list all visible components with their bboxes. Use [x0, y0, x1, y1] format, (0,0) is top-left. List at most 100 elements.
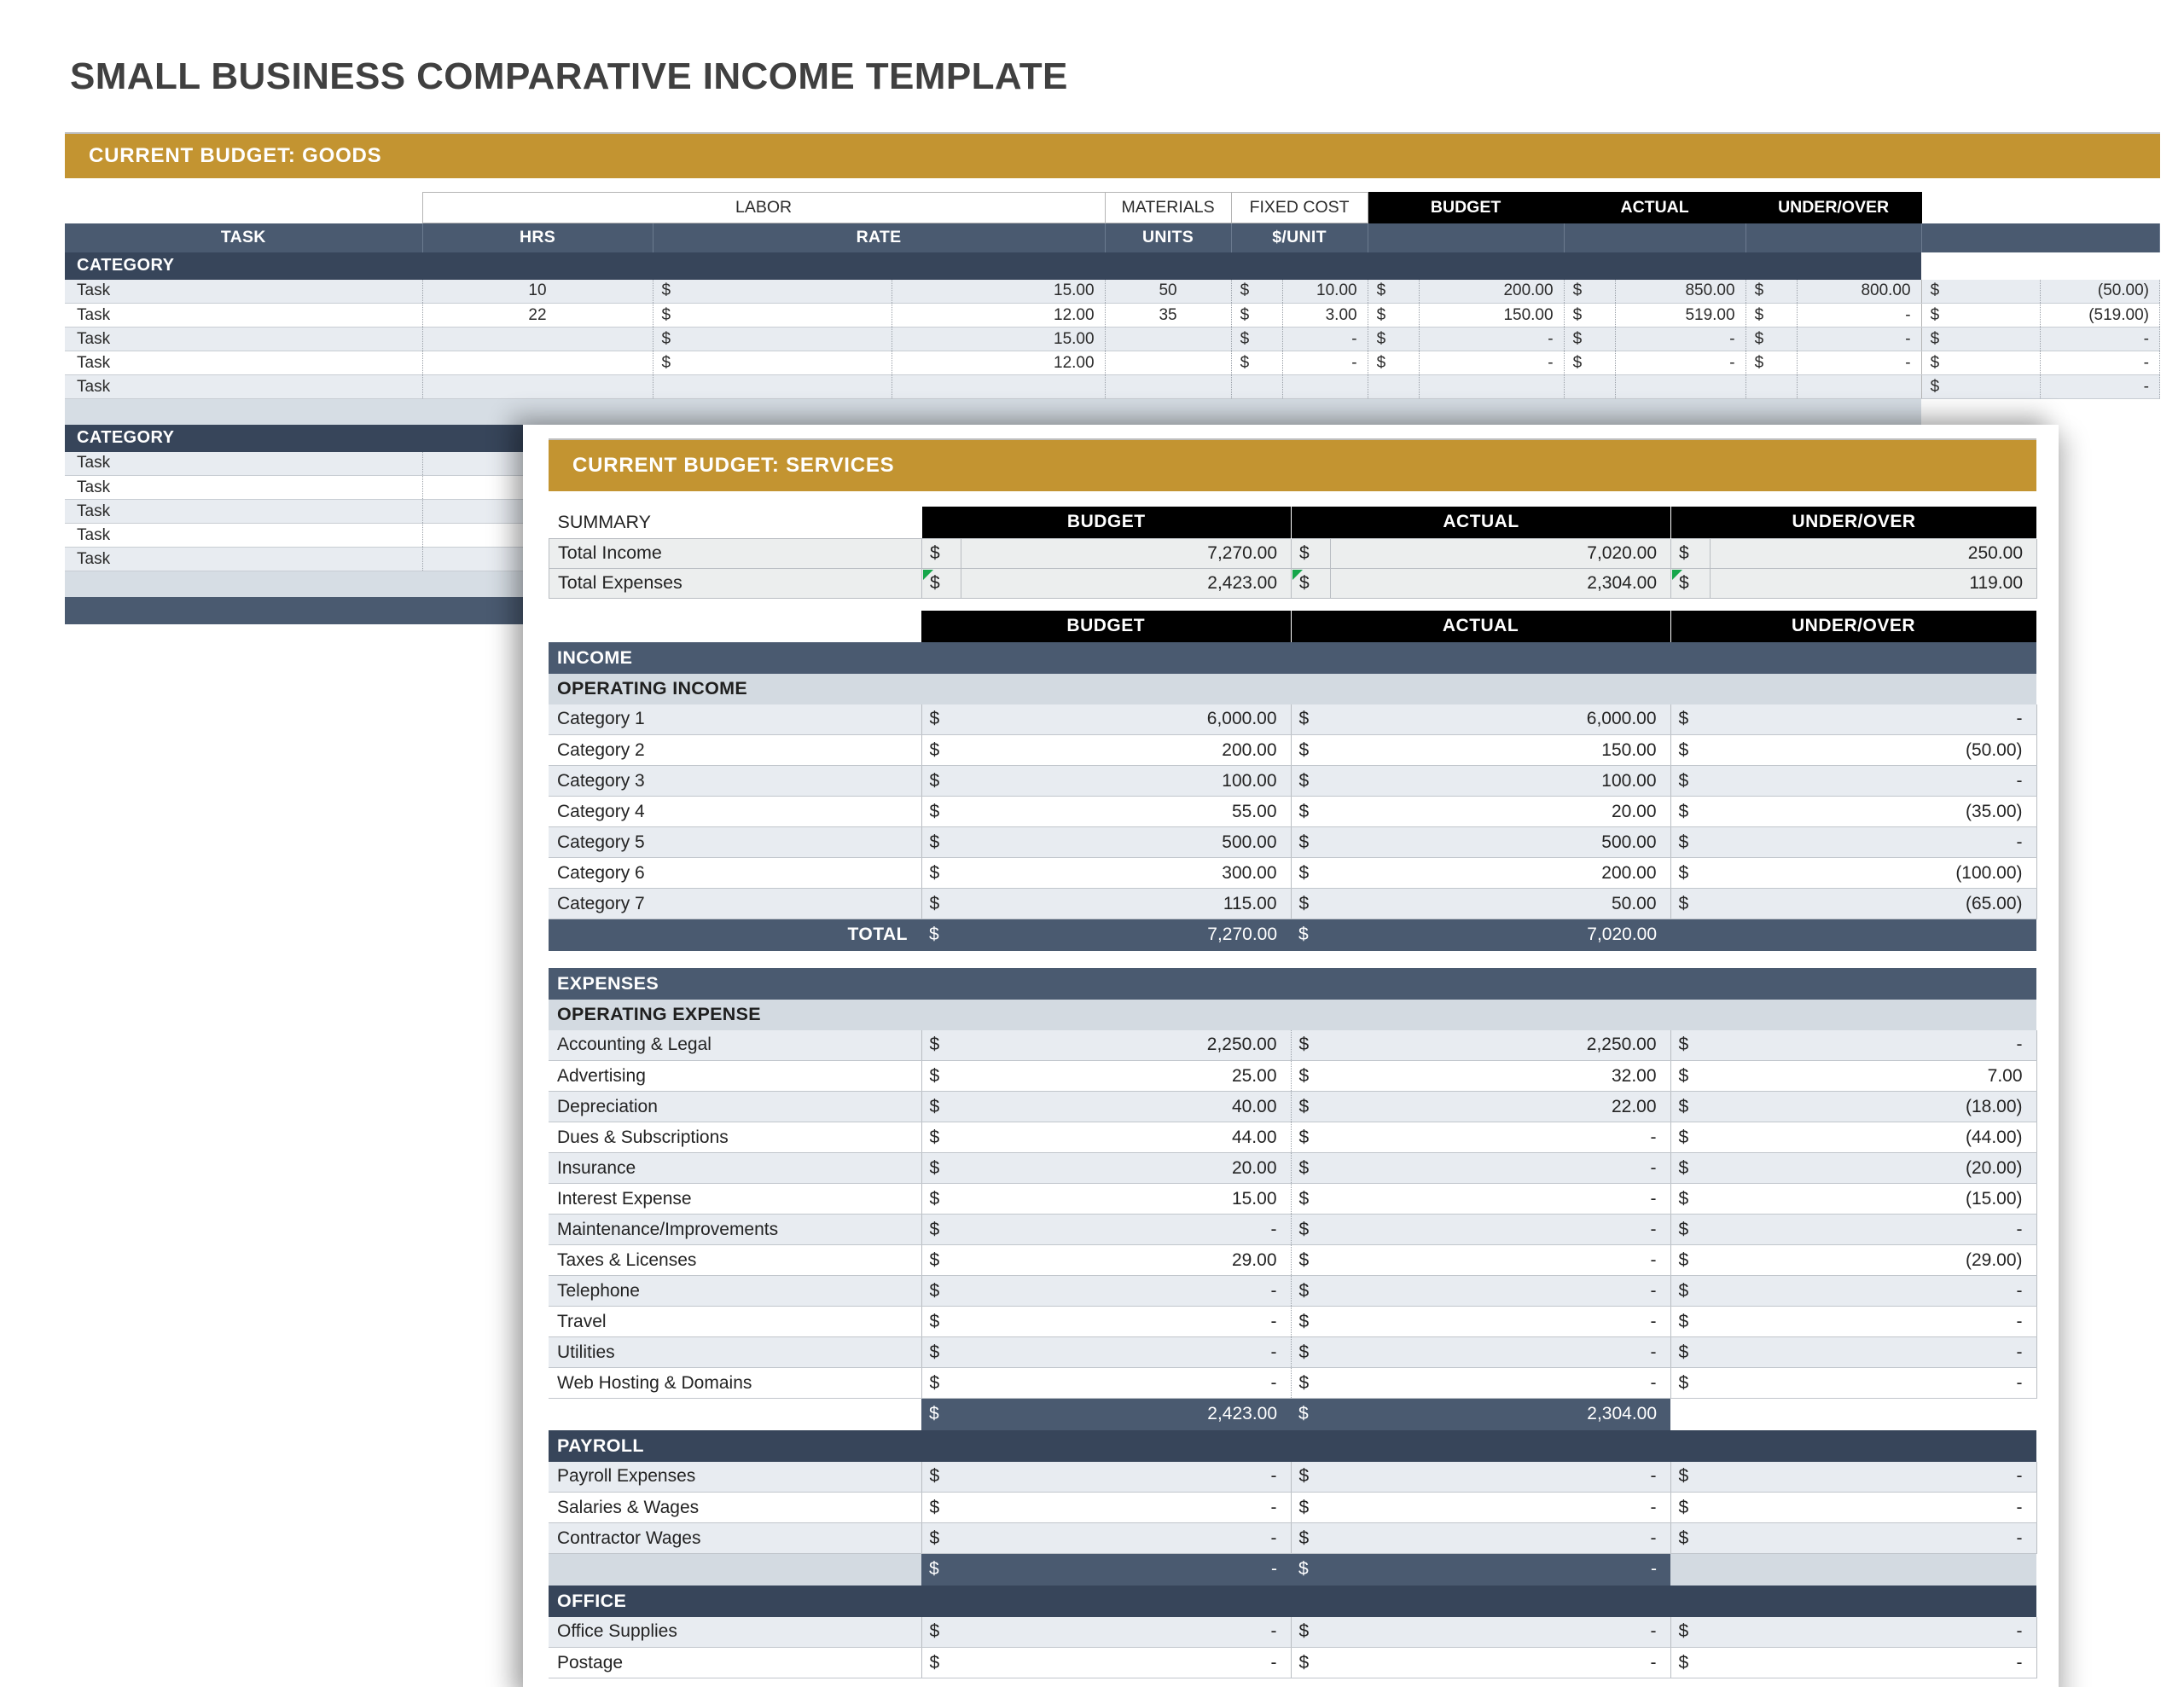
under-over-currency: $: [1670, 888, 1711, 919]
line-item-name: Depreciation: [549, 1091, 922, 1122]
budget-value: 6,000.00: [961, 704, 1292, 735]
under-over-currency: $: [1670, 1122, 1711, 1153]
actual-value: 100.00: [1330, 765, 1671, 797]
budget-cell: 519.00: [1615, 303, 1746, 328]
subsection-header: OPERATING INCOME: [549, 673, 2037, 704]
line-item-name: Advertising: [549, 1060, 922, 1092]
line-item-name: Payroll Expenses: [549, 1461, 922, 1493]
line-item-row: Telephone $ - $ - $ -: [549, 1275, 2037, 1307]
summary-header-under-over: UNDER/OVER: [1670, 507, 2038, 538]
budget-currency: $: [921, 1183, 961, 1215]
fixed-currency: [1368, 374, 1420, 399]
group-header-fixed-cost: FIXED COST: [1230, 192, 1368, 223]
actual-currency: $: [1291, 1616, 1331, 1648]
unitcost-currency: $: [1231, 279, 1283, 304]
table-header-budget: BUDGET: [921, 610, 1292, 642]
uo-currency: $: [1920, 374, 2042, 399]
column-header-hrs: HRS: [422, 223, 653, 252]
summary-under-over-value: 119.00: [1710, 567, 2038, 599]
budget-currency: $: [1564, 279, 1616, 304]
actual-currency: $: [1291, 704, 1331, 735]
summary-under-over-currency: $: [1670, 537, 1711, 569]
budget-currency: $: [921, 1275, 961, 1307]
line-item-name: Insurance: [549, 1152, 922, 1184]
section-total-row: $ - $ -: [549, 1553, 2037, 1586]
unitcost-currency: $: [1231, 327, 1283, 351]
rate-currency: $: [653, 327, 892, 351]
total-actual-currency: $: [1291, 1398, 1331, 1430]
line-item-row: Utilities $ - $ - $ -: [549, 1336, 2037, 1368]
under-over-currency: $: [1670, 1183, 1711, 1215]
total-budget-currency: $: [921, 1398, 961, 1430]
actual-currency: $: [1291, 734, 1331, 766]
units-cell: [1105, 327, 1232, 351]
goods-category-header: CATEGORY: [65, 252, 2160, 280]
actual-currency: $: [1291, 1091, 1331, 1122]
unitcost-currency: $: [1231, 351, 1283, 375]
line-item-row: Payroll Expenses $ - $ - $ -: [549, 1461, 2037, 1493]
budget-value: 15.00: [961, 1183, 1292, 1215]
section-label: INCOME: [549, 641, 2037, 674]
subsection-header: OPERATING EXPENSE: [549, 999, 2037, 1030]
budget-value: -: [961, 1461, 1292, 1493]
summary-under-over-currency: $: [1670, 567, 1711, 599]
budget-value: 44.00: [961, 1122, 1292, 1153]
fixed-currency: $: [1368, 303, 1420, 328]
line-item-name: Category 7: [549, 888, 922, 919]
total-actual-value: -: [1330, 1553, 1671, 1586]
line-item-row: Category 4 $55.00 $20.00 $ (35.00): [549, 796, 2037, 827]
budget-currency: $: [921, 888, 961, 919]
summary-header-row: SUMMARY BUDGET ACTUAL UNDER/OVER: [549, 507, 2038, 538]
actual-currency: $: [1291, 1522, 1331, 1554]
under-over-currency: $: [1670, 1091, 1711, 1122]
summary-budget-value: 2,423.00: [960, 567, 1292, 599]
total-actual-value: 7,020.00: [1330, 919, 1671, 951]
line-item-row: Contractor Wages $ - $ - $ -: [549, 1522, 2037, 1554]
task-name-cell: Task: [65, 327, 423, 351]
actual-currency: $: [1291, 1244, 1331, 1276]
under-over-value: (35.00): [1710, 796, 2037, 827]
total-blank-label: [549, 1553, 921, 1586]
fixed-cell: 200.00: [1419, 279, 1565, 304]
actual-value: 500.00: [1330, 826, 1671, 858]
budget-value: 29.00: [961, 1244, 1292, 1276]
section-label: EXPENSES: [549, 967, 2037, 1000]
summary-table: SUMMARY BUDGET ACTUAL UNDER/OVER Total Incom…: [549, 507, 2038, 599]
actual-value: -: [1330, 1336, 1671, 1368]
budget-currency: $: [921, 857, 961, 889]
line-item-name: Dues & Subscriptions: [549, 1122, 922, 1153]
under-over-value: (100.00): [1710, 857, 2037, 889]
total-budget-value: -: [961, 1553, 1292, 1586]
budget-currency: $: [921, 1492, 961, 1523]
rate-cell: 12.00: [892, 303, 1106, 328]
under-over-value: -: [1710, 1336, 2037, 1368]
under-over-value: (15.00): [1710, 1183, 2037, 1215]
actual-value: -: [1330, 1616, 1671, 1648]
line-item-name: Contractor Wages: [549, 1522, 922, 1554]
under-over-currency: $: [1670, 1306, 1711, 1337]
under-over-currency: $: [1670, 1492, 1711, 1523]
section-label: PAYROLL: [549, 1429, 2037, 1462]
under-over-value: (50.00): [1710, 734, 2037, 766]
actual-currency: $: [1745, 351, 1798, 375]
actual-currency: $: [1291, 1336, 1331, 1368]
total-uo-value: [1710, 919, 2037, 951]
budget-currency: $: [921, 1244, 961, 1276]
actual-currency: $: [1291, 1060, 1331, 1092]
hrs-cell: [422, 374, 653, 399]
spacer-cell: [65, 398, 1922, 425]
total-budget-currency: $: [921, 919, 961, 951]
units-cell: [1105, 351, 1232, 375]
actual-value: 6,000.00: [1330, 704, 1671, 735]
summary-budget-currency: $: [921, 567, 961, 599]
fixed-cell: 150.00: [1419, 303, 1565, 328]
under-over-currency: $: [1670, 1244, 1711, 1276]
actual-cell: -: [1797, 351, 1922, 375]
budget-value: -: [961, 1306, 1292, 1337]
subsection-label: OPERATING EXPENSE: [549, 999, 2037, 1030]
summary-budget-currency: $: [921, 537, 961, 569]
summary-row-label: Total Income: [549, 537, 922, 569]
task-name-cell: Task: [65, 523, 423, 548]
actual-currency: $: [1745, 327, 1798, 351]
under-over-value: (18.00): [1710, 1091, 2037, 1122]
